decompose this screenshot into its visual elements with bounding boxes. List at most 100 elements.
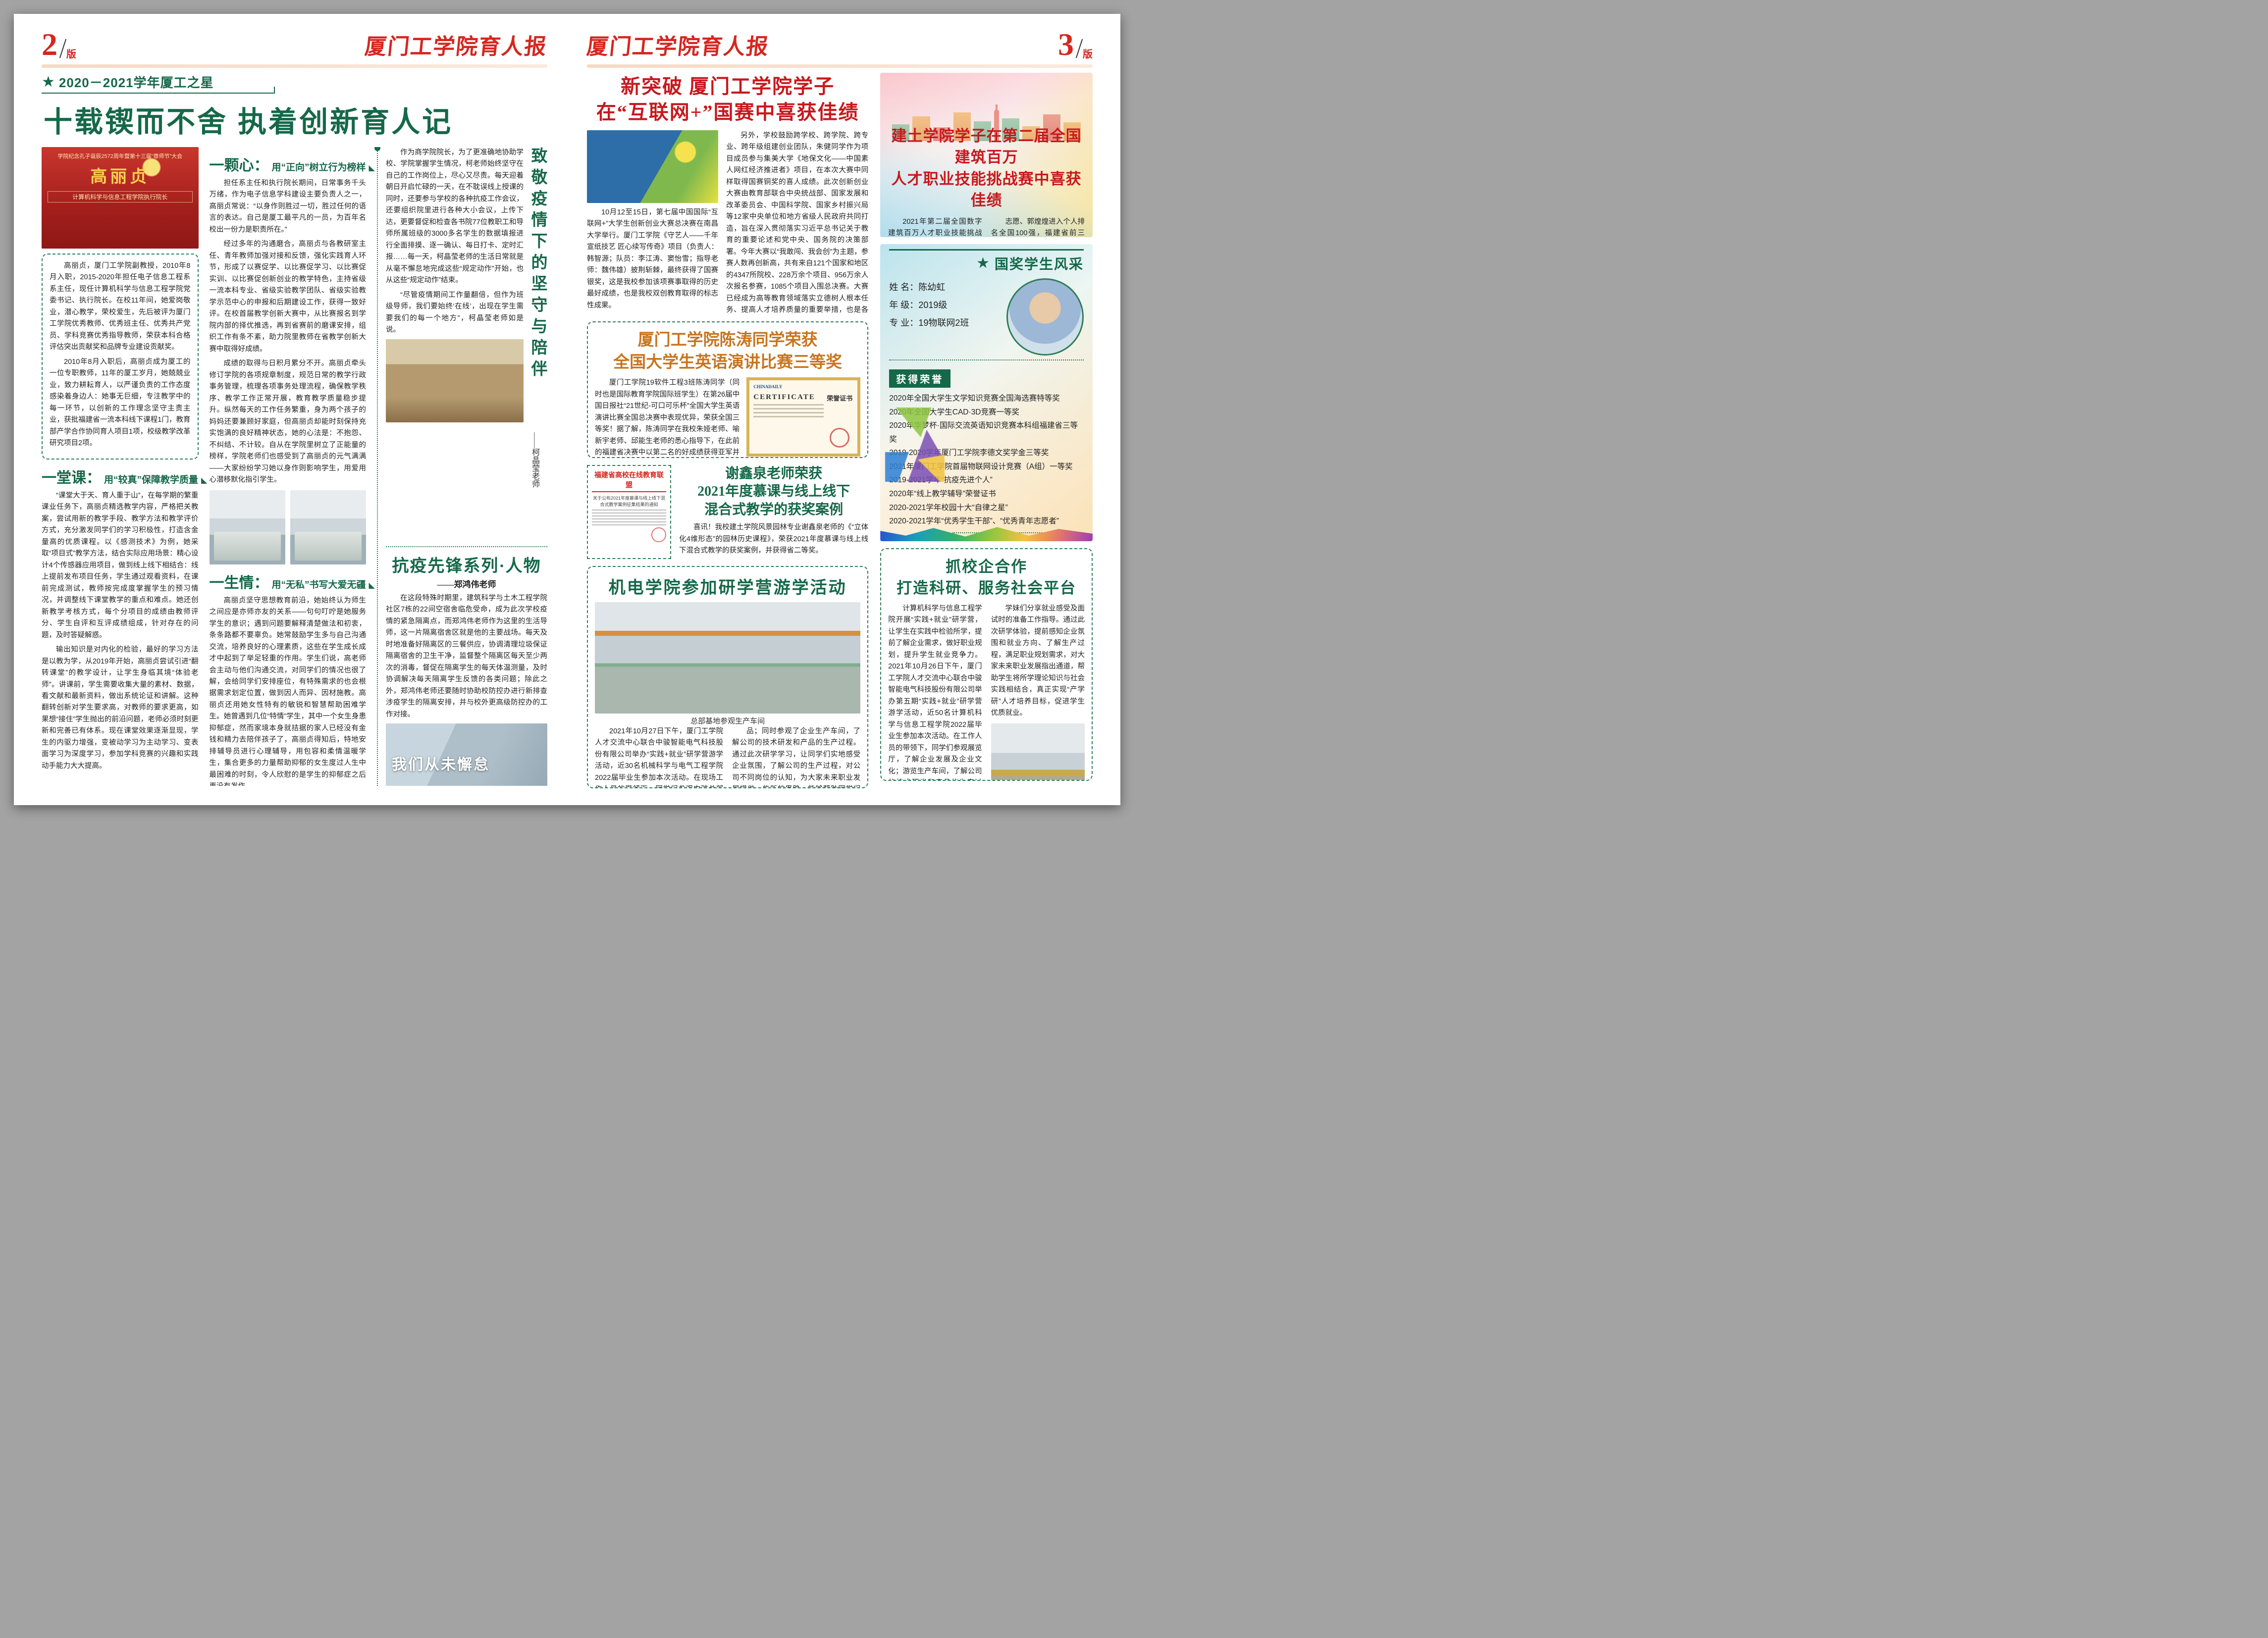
english-contest-article: 厦门工学院陈涛同学荣获 全国大学生英语演讲比赛三等奖 厦门工学院19软件工程3班… xyxy=(587,321,868,458)
page-3: 厦门工学院育人报 3 版 新突破 厦门工学院学子 在“互联网+”国赛中喜获佳绩 xyxy=(567,14,1120,805)
a4-text: 喜讯！我校建土学院风景园林专业谢鑫泉老师的《“立体化4维形态”的园林历史课程》，… xyxy=(679,522,868,557)
a5-body: 2021年10月27日下午，厦门工学院人才交流中心联合中骏智能电气科技股份有限公… xyxy=(595,726,860,788)
a2-body: 2021年第二届全国数字建筑百万人才职业技能挑战赛-基础赛道圆满结束，建土学院学… xyxy=(888,216,1085,237)
page3-left-column: 新突破 厦门工学院学子 在“互联网+”国赛中喜获佳绩 10月12至15日，第七届… xyxy=(587,73,868,788)
section-yishengqing-body: 高丽贞坚守思想教育前沿，她始终认为师生之间应是亦师亦友的关系——句句叮咛是她服务… xyxy=(210,595,367,786)
triangle-icon: ◣ xyxy=(201,475,207,485)
page2-header: 2 版 厦门工学院育人报 xyxy=(42,29,547,60)
honors-label: 获得荣誉 xyxy=(889,369,950,388)
newspaper-spread: 2 版 厦门工学院育人报 ★ 2020－2021学年厦工之星 十载锲而不舍 执着… xyxy=(14,14,1120,805)
triangle-icon: ◣ xyxy=(369,163,375,173)
page3-right-column: 建土学院学子在第二届全国建筑百万 人才职业技能挑战赛中喜获佳绩 2021年第二届… xyxy=(880,73,1093,788)
star-icon: ★ xyxy=(976,256,990,271)
workshop-visit-photo xyxy=(991,723,1085,781)
a1-body: 10月12至15日，第七届中国国际“互联网+”大学生创新创业大赛总决赛在南昌大学… xyxy=(587,130,868,314)
lab-bench xyxy=(295,532,362,561)
field-major: 专 业：19物联网2班 xyxy=(889,314,969,332)
page3-number: 3 版 xyxy=(1058,29,1093,60)
kangyi-byline: ——郑鸿伟老师 xyxy=(386,577,547,590)
header-rule xyxy=(587,64,1093,68)
vertical-byline: ——柯晶莹老师 xyxy=(528,432,540,541)
page2-column-3: 作为商学院院长，为了更准确地协助学校、学院掌握学生情况，柯老师始终坚守在自己的工… xyxy=(377,147,547,786)
a1-column-a: 10月12至15日，第七届中国国际“互联网+”大学生创新创业大赛总决赛在南昌大学… xyxy=(587,130,718,314)
banner-label: 2020－2021学年厦工之星 xyxy=(59,73,214,91)
section-banner: ★ 2020－2021学年厦工之星 xyxy=(42,73,274,94)
a1-headline: 新突破 厦门工学院学子 在“互联网+”国赛中喜获佳绩 xyxy=(587,74,868,125)
kjy-article: 作为商学院院长，为了更准确地协助学校、学院掌握学生情况，柯老师始终坚守在自己的工… xyxy=(386,147,547,541)
a6-col1: 计算机科学与信息工程学院开展“实践+就业”研学营，让学生在实践中检验所学，提前了… xyxy=(888,603,982,781)
profile-fields: 姓 名：陈幼虹 年 级：2019级 专 业：19物联网2班 xyxy=(889,278,969,356)
page2-column-2: 一颗心： 用“正向”树立行为榜样 ◣ 担任系主任和执行院长期间，日常事务千头万绪… xyxy=(210,147,367,786)
section-head-yikexin: 一颗心： 用“正向”树立行为榜样 ◣ xyxy=(210,153,367,175)
team-group-photo xyxy=(587,130,718,203)
slash-divider xyxy=(59,39,66,58)
awardee-role: 计算机科学与信息工程学院执行院长 xyxy=(48,191,193,203)
internet-plus-article: 新突破 厦门工学院学子 在“互联网+”国赛中喜获佳绩 10月12至15日，第七届… xyxy=(587,73,868,314)
a6-body: 计算机科学与信息工程学院开展“实践+就业”研学营，让学生在实践中检验所学，提前了… xyxy=(888,603,1085,781)
page2-column-1: 学院纪念孔子诞辰2572周年暨第十三届“尊师节”大会 高丽贞 计算机科学与信息工… xyxy=(42,147,199,786)
a1-column-b: 另外，学校鼓励跨学校、跨学院、跨专业、跨年级组建创业团队，朱健同学作为项目成员参… xyxy=(726,130,868,314)
celebration-figures-graphic xyxy=(885,408,945,482)
kangyi-article: 抗疫先锋系列·人物 ——郑鸿伟老师 在这段特殊时期里，建筑科学与土木工程学院社区… xyxy=(386,552,547,786)
factory-tour-photo xyxy=(595,602,860,714)
honor-item: 2020年全国大学生文学知识竞赛全国海选赛特等奖 xyxy=(889,392,1084,406)
a2-col2: 志愿、郭煌煌进入个人排名全国100强，福建省前三甲；曾繁庭、洪景富获最佳骏马奖；… xyxy=(991,216,1085,237)
kjy-body: 作为商学院院长，为了更准确地协助学校、学院掌握学生情况，柯老师始终坚守在自己的工… xyxy=(386,147,524,541)
a3-body: 厦门工学院19软件工程3班陈涛同学（同时也是国际教育学院国际班学生）在第26届中… xyxy=(595,377,860,458)
panel-title: 国奖学生风采 xyxy=(995,254,1084,273)
intro-box: 高丽贞，厦门工学院副教授，2010年8月入职，2015-2020年担任电子信息工… xyxy=(42,254,199,460)
field-grade: 年 级：2019级 xyxy=(889,296,969,314)
a2-headline: 建土学院学子在第二届全国建筑百万 人才职业技能挑战赛中喜获佳绩 xyxy=(888,125,1085,211)
slash-divider xyxy=(1076,39,1083,58)
page2-columns: 学院纪念孔子诞辰2572周年暨第十三届“尊师节”大会 高丽贞 计算机科学与信息工… xyxy=(42,147,547,786)
a2-col1: 2021年第二届全国数字建筑百万人才职业技能挑战赛-基础赛道圆满结束，建土学院学… xyxy=(888,216,982,237)
a4-headline: 谢鑫泉老师荣获 2021年度慕课与线上线下 混合式教学的获奖案例 xyxy=(679,465,868,519)
workbench-photo xyxy=(290,490,366,564)
a4-content: 谢鑫泉老师荣获 2021年度慕课与线上线下 混合式教学的获奖案例 喜讯！我校建土… xyxy=(679,465,868,559)
page-number-label: 版 xyxy=(1083,50,1093,59)
dotted-divider xyxy=(386,546,547,547)
a1-text-1: 10月12至15日，第七届中国国际“互联网+”大学生创新创业大赛总决赛在南昌大学… xyxy=(587,207,718,314)
header-rule xyxy=(42,64,547,68)
page-2: 2 版 厦门工学院育人报 ★ 2020－2021学年厦工之星 十载锲而不舍 执着… xyxy=(14,14,567,805)
school-enterprise-article: 抓校企合作 打造科研、服务社会平台 计算机科学与信息工程学院开展“实践+就业”研… xyxy=(880,548,1093,781)
construction-contest-article: 建土学院学子在第二届全国建筑百万 人才职业技能挑战赛中喜获佳绩 2021年第二届… xyxy=(880,73,1093,237)
page-number-label: 版 xyxy=(66,50,76,59)
page-number: 3 xyxy=(1058,29,1074,60)
vertical-headline-strip: 致敬疫情下的坚守与陪伴 ——柯晶莹老师 xyxy=(528,147,547,541)
a6-headline: 抓校企合作 打造科研、服务社会平台 xyxy=(888,556,1085,599)
certificate-image: CHINADAILY CERTIFICATE 荣誉证书 xyxy=(746,377,860,457)
section-head-yitangke: 一堂课： 用“较真”保障教学质量 ◣ xyxy=(42,465,199,487)
awardee-name: 高丽贞 xyxy=(48,163,193,187)
mooc-award-article: 福建省高校在线教育联盟 关于公布2021年度慕课与线上线下混合式教学案例征集结果… xyxy=(587,465,868,559)
page3-header: 厦门工学院育人报 3 版 xyxy=(587,29,1093,60)
triangle-icon: ◣ xyxy=(369,580,375,590)
certificate-lines xyxy=(753,404,853,417)
a5-col2: 品；同时参观了企业生产车间，了解公司的技术研发和产品的生产过程。通过此次研学学习… xyxy=(732,726,860,788)
dotted-divider xyxy=(889,359,1084,360)
doc-title: 福建省高校在线教育联盟 xyxy=(592,470,666,492)
newspaper-masthead: 厦门工学院育人报 xyxy=(585,29,771,60)
intro-paragraph: 2010年8月入职后，高丽贞成为厦工的一位专职教师，11年的厦工岁月，她兢兢业业… xyxy=(50,357,191,450)
photo-caption: 总部基地参观生产车间 xyxy=(595,716,860,726)
vertical-headline: 致敬疫情下的坚守与陪伴 xyxy=(528,147,547,424)
red-stamp-icon xyxy=(830,428,849,448)
kangyi-headline: 抗疫先锋系列·人物 xyxy=(386,552,547,576)
honor-item: 2020-2021学年校园十大“自律之星” xyxy=(889,501,1084,515)
honor-item: 2020-2021学年“优秀学生干部”、“优秀青年志愿者” xyxy=(889,514,1084,528)
dorm-photo xyxy=(386,339,524,422)
a5-headline: 机电学院参加研学营游学活动 xyxy=(595,574,860,598)
duty-desk-photo: 我们从未懈怠 ♥ 私密赞 xyxy=(386,723,547,786)
a3-text: 厦门工学院19软件工程3班陈涛同学（同时也是国际教育学院国际班学生）在第26届中… xyxy=(595,377,739,458)
page2-main-headline: 十载锲而不舍 执着创新育人记 xyxy=(44,99,547,140)
page2-number: 2 版 xyxy=(42,29,76,60)
electronics-lab-photo xyxy=(210,490,285,564)
certificate-cn-title: 荣誉证书 xyxy=(827,393,852,403)
panel-header: ★ 国奖学生风采 xyxy=(889,249,1084,273)
lab-bench xyxy=(214,532,281,561)
intro-paragraph: 高丽贞，厦门工学院副教授，2010年8月入职，2015-2020年担任电子信息工… xyxy=(50,260,191,354)
a5-col1: 2021年10月27日下午，厦门工学院人才交流中心联合中骏智能电气科技股份有限公… xyxy=(595,726,723,788)
student-portrait xyxy=(1006,278,1084,356)
red-stamp-icon xyxy=(651,527,666,542)
section-yikexin-body: 担任系主任和执行院长期间，日常事务千头万绪，作为电子信息学科建设主要负责人之一，… xyxy=(210,178,367,486)
